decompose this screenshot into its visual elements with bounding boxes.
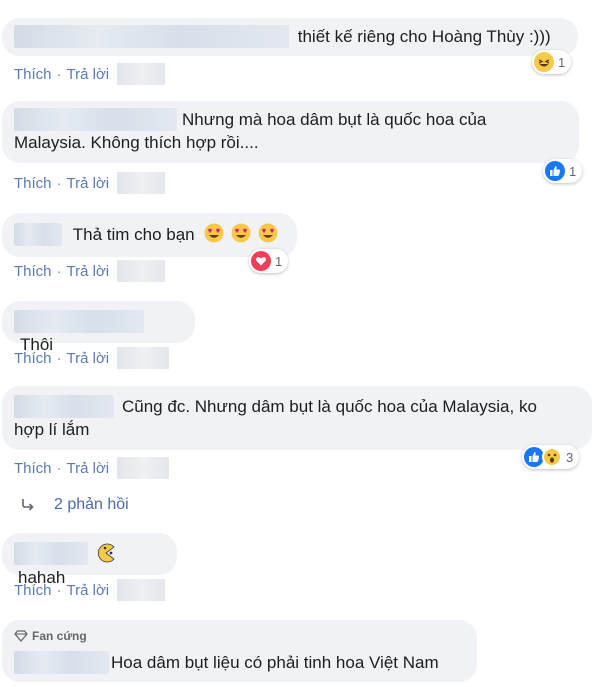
wow-icon	[542, 447, 562, 467]
like-link[interactable]: Thích	[14, 263, 52, 280]
reaction-count: 1	[558, 54, 566, 70]
reply-link[interactable]: Trả lời	[67, 460, 110, 477]
comment-actions-2: Thích · Trả lời	[14, 172, 166, 194]
reaction-count: 1	[569, 163, 577, 179]
comment-actions-4: Thích · Trả lời	[14, 347, 170, 369]
blurred-timestamp[interactable]	[117, 347, 170, 369]
reaction-summary-2[interactable]: 1	[543, 159, 583, 183]
blurred-author-name	[14, 223, 62, 246]
blurred-author-name	[14, 310, 144, 333]
like-icon	[545, 161, 565, 181]
like-link[interactable]: Thích	[14, 350, 52, 367]
blurred-timestamp[interactable]	[117, 63, 166, 85]
comment-text-line-2: Malaysia. Không thích hợp rồi....	[14, 133, 259, 152]
reply-link[interactable]: Trả lời	[67, 263, 110, 280]
blurred-timestamp[interactable]	[117, 260, 166, 282]
blurred-timestamp[interactable]	[117, 457, 170, 479]
reply-link[interactable]: Trả lời	[67, 350, 110, 367]
pacman-sticker-icon	[97, 543, 115, 563]
blurred-author-name	[14, 25, 289, 48]
heart-eyes-icon	[231, 223, 251, 243]
reply-link[interactable]: Trả lời	[67, 66, 110, 83]
reaction-summary-1[interactable]: 1	[532, 50, 572, 74]
laugh-icon	[534, 52, 554, 72]
reply-link[interactable]: Trả lời	[67, 175, 110, 192]
comment-text-line-1: Nhưng mà hoa dâm bụt là quốc hoa của	[182, 110, 487, 129]
blurred-author-name	[14, 542, 88, 565]
fan-badge: Fan cứng	[14, 627, 465, 645]
like-link[interactable]: Thích	[14, 582, 52, 599]
comment-text-line-1: Cũng đc. Nhưng dâm bụt là quốc hoa của M…	[122, 397, 537, 416]
comment-actions-5: Thích · Trả lời	[14, 457, 170, 479]
heart-eyes-icon	[204, 223, 224, 243]
comment-bubble-5: Cũng đc. Nhưng dâm bụt là quốc hoa của M…	[2, 386, 592, 450]
comment-bubble-7: Fan cứng Hoa dâm bụt liệu có phải tinh h…	[2, 620, 477, 682]
reply-arrow-icon	[22, 499, 34, 511]
replies-label: 2 phản hồi	[54, 496, 129, 513]
comment-actions-1: Thích · Trả lời	[14, 63, 166, 85]
comment-bubble-6: hahah	[2, 533, 177, 587]
fan-badge-label: Fan cứng	[32, 628, 87, 643]
like-link[interactable]: Thích	[14, 175, 52, 192]
comment-actions-6: Thích · Trả lời	[14, 579, 166, 601]
like-icon	[524, 447, 544, 467]
blurred-author-name	[14, 395, 114, 418]
comment-text: Thả tim cho bạn	[72, 225, 195, 244]
reaction-count: 1	[275, 253, 283, 269]
blurred-timestamp[interactable]	[117, 579, 166, 601]
diamond-icon	[14, 630, 28, 642]
reaction-summary-5[interactable]: 3	[522, 445, 580, 469]
like-link[interactable]: Thích	[14, 460, 52, 477]
blurred-author-name	[14, 108, 177, 131]
blurred-timestamp[interactable]	[117, 172, 166, 194]
comment-bubble-3: Thả tim cho bạn	[2, 213, 297, 257]
heart-eyes-icon	[258, 223, 278, 243]
comment-text: thiết kế riêng cho Hoàng Thùy :)))	[297, 27, 551, 46]
comment-text: Hoa dâm bụt liệu có phải tinh hoa Việt N…	[111, 653, 439, 672]
comment-bubble-4: Thôi	[2, 301, 195, 354]
comment-text-line-2: hợp lí lắm	[14, 420, 90, 439]
comment-actions-3: Thích · Trả lời	[14, 260, 166, 282]
blurred-author-name	[14, 651, 109, 674]
reaction-summary-3[interactable]: 1	[249, 249, 289, 273]
comment-bubble-2: Nhưng mà hoa dâm bụt là quốc hoa của Mal…	[2, 101, 579, 163]
like-link[interactable]: Thích	[14, 66, 52, 83]
view-replies-link[interactable]: 2 phản hồi	[20, 496, 129, 514]
reply-link[interactable]: Trả lời	[67, 582, 110, 599]
love-icon	[251, 251, 271, 271]
comment-bubble-1: thiết kế riêng cho Hoàng Thùy :)))	[2, 18, 578, 56]
reaction-count: 3	[566, 449, 574, 465]
